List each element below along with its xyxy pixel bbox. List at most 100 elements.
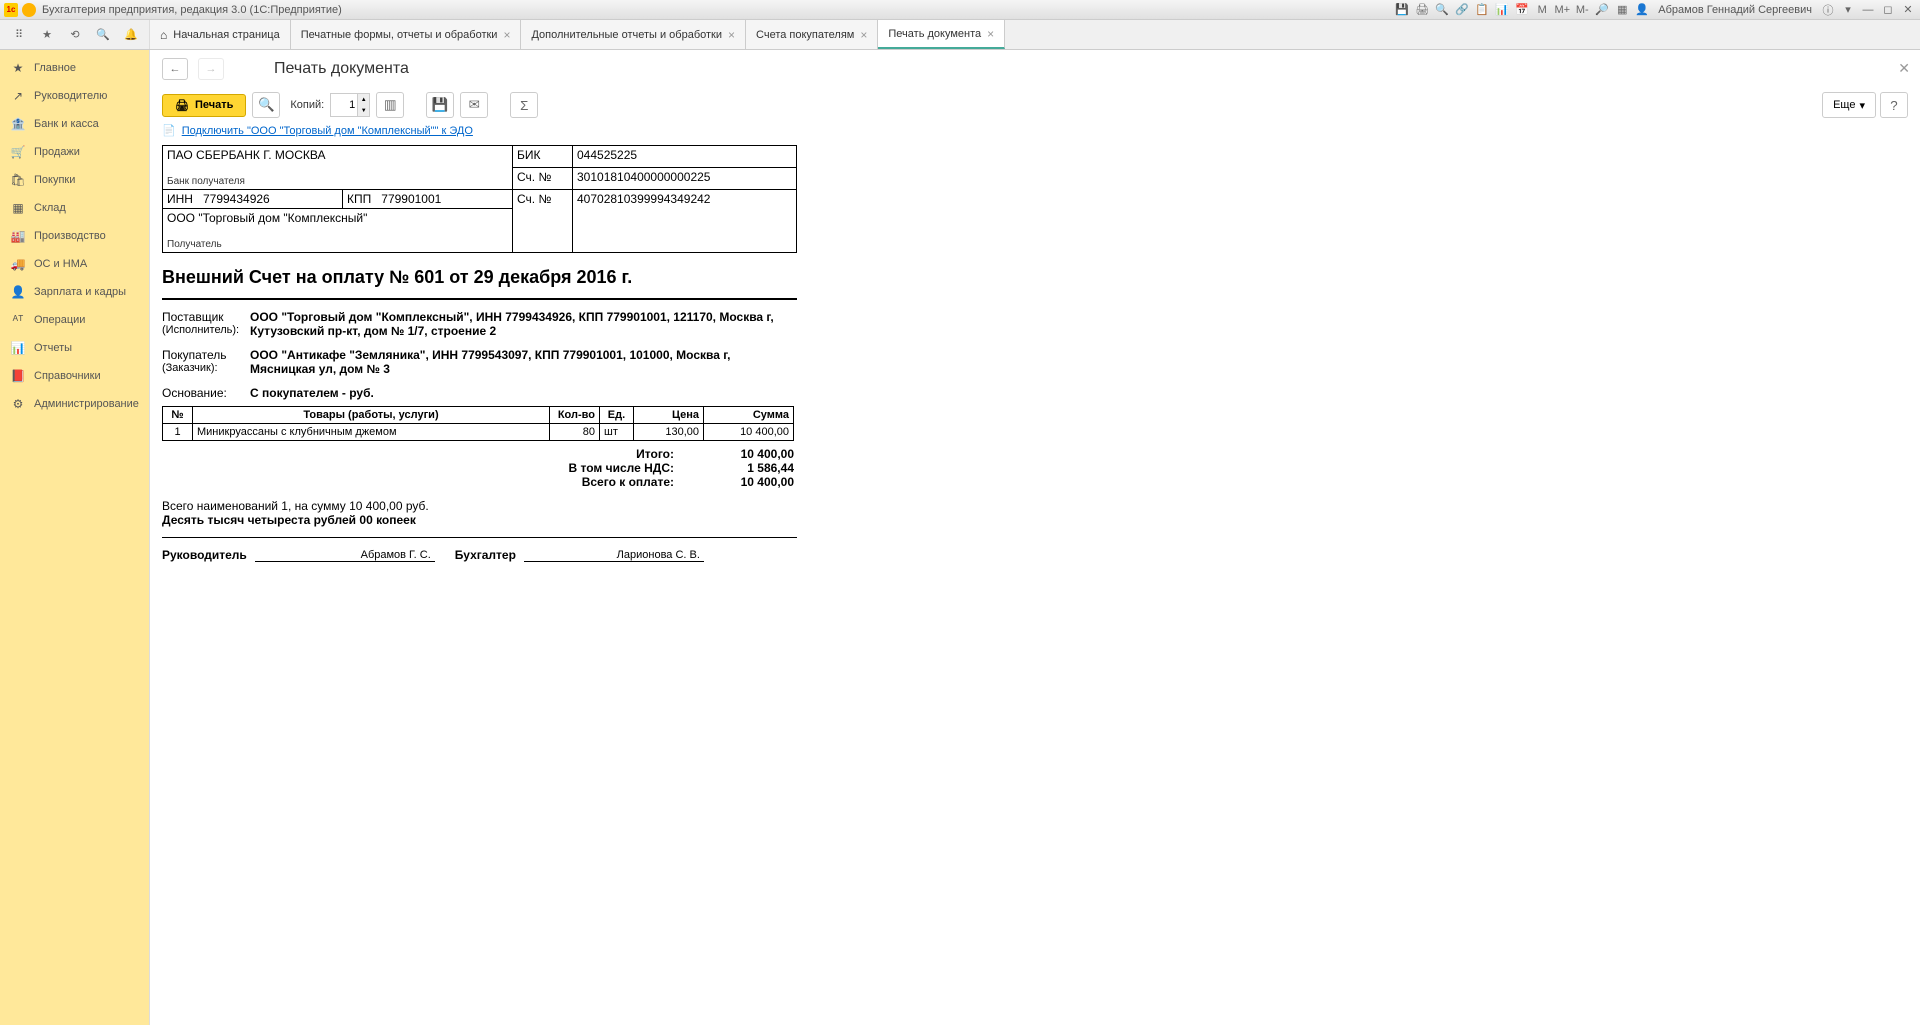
sidebar-item[interactable]: ▦Склад (0, 194, 149, 222)
bank-role: Банк получателя (167, 176, 508, 187)
print-icon[interactable]: 🖨 (1414, 2, 1430, 18)
preview-button[interactable]: 🔍 (252, 92, 280, 118)
close-page-icon[interactable]: ✕ (1898, 60, 1910, 77)
find-icon[interactable]: 🔍 (1434, 2, 1450, 18)
close-icon[interactable]: × (860, 28, 867, 42)
sidebar-item[interactable]: 🏭Производство (0, 222, 149, 250)
buyer-value: ООО "Антикафе "Земляника", ИНН 779954309… (250, 348, 797, 376)
tab-label: Начальная страница (173, 29, 279, 41)
printer-icon: 🖨 (175, 99, 189, 112)
calendar-icon[interactable]: 📅 (1514, 2, 1530, 18)
tab[interactable]: Печатные формы, отчеты и обработки× (291, 20, 522, 49)
sidebar-item-label: Руководителю (34, 90, 107, 102)
supplier-sub: (Исполнитель): (162, 324, 250, 336)
col-name: Товары (работы, услуги) (193, 407, 550, 424)
buyer-label: Покупатель (162, 348, 250, 362)
compare-icon[interactable]: 📋 (1474, 2, 1490, 18)
close-icon[interactable]: × (503, 28, 510, 42)
app-dropdown-icon[interactable] (22, 3, 36, 17)
tab-label: Дополнительные отчеты и обработки (531, 29, 722, 41)
sidebar-item-label: Администрирование (34, 398, 139, 410)
sidebar-item[interactable]: ↗ Руководителю (0, 82, 149, 110)
tab-label: Счета покупателям (756, 29, 854, 41)
m-icon[interactable]: M (1534, 2, 1550, 18)
close-icon[interactable]: × (987, 27, 994, 41)
sidebar-item[interactable]: ⚙ Администрирование (0, 390, 149, 418)
sidebar-item[interactable]: 📕Справочники (0, 362, 149, 390)
toolbar-row: ⠿ ★ ⟲ 🔍 🔔 ⌂ Начальная страница Печатные фо… (0, 20, 1920, 50)
close-window-icon[interactable]: ✕ (1900, 2, 1916, 18)
summary-line: Всего наименований 1, на сумму 10 400,00… (162, 499, 1908, 513)
sidebar-item[interactable]: 👤Зарплата и кадры (0, 278, 149, 306)
app-logo-icon: 1c (4, 3, 18, 17)
close-icon[interactable]: × (728, 28, 735, 42)
save-icon[interactable]: 💾 (1394, 2, 1410, 18)
sidebar-item-label: Покупки (34, 174, 75, 186)
sidebar-item[interactable]: 🚚ОС и НМА (0, 250, 149, 278)
sidebar-item-label: Склад (34, 202, 66, 214)
table-row: 1Миникруассаны с клубничным джемом80шт13… (163, 424, 794, 441)
sidebar-icon: ⚙ (10, 396, 26, 412)
link-icon[interactable]: 🔗 (1454, 2, 1470, 18)
accountant-name: Ларионова С. В. (524, 549, 704, 562)
edo-link[interactable]: Подключить "ООО "Торговый дом "Комплексн… (182, 125, 473, 137)
mail-button[interactable]: ✉ (460, 92, 488, 118)
grid-icon[interactable]: ▦ (1614, 2, 1630, 18)
help-button[interactable]: ? (1880, 92, 1908, 118)
m-minus-icon[interactable]: M- (1574, 2, 1590, 18)
more-button-label: Еще (1833, 99, 1855, 111)
sidebar-icon: ★ (10, 60, 26, 76)
back-button[interactable]: ← (162, 58, 188, 80)
tab[interactable]: Дополнительные отчеты и обработки × (521, 20, 746, 49)
minimize-icon[interactable]: — (1860, 2, 1876, 18)
sidebar-item[interactable]: 🏦Банк и касса (0, 110, 149, 138)
sidebar-icon: 🚚 (10, 256, 26, 272)
kpp-label: КПП (347, 192, 371, 206)
spinner-down-icon[interactable]: ▼ (357, 105, 369, 116)
sidebar-icon: ↗ (10, 88, 26, 104)
tab[interactable]: ⌂ Начальная страница (150, 20, 291, 49)
forward-button[interactable]: → (198, 58, 224, 80)
template-button[interactable]: ▥ (376, 92, 404, 118)
m-plus-icon[interactable]: M+ (1554, 2, 1570, 18)
sidebar-item[interactable]: 🛍Покупки (0, 166, 149, 194)
sidebar-item[interactable]: 🛒Продажи (0, 138, 149, 166)
bell-icon[interactable]: 🔔 (122, 26, 140, 44)
tab[interactable]: Счета покупателям × (746, 20, 878, 49)
save-doc-button[interactable]: 💾 (426, 92, 454, 118)
dropdown-icon[interactable]: ▾ (1840, 2, 1856, 18)
maximize-icon[interactable]: ◻ (1880, 2, 1896, 18)
calc-icon[interactable]: 📊 (1494, 2, 1510, 18)
search-icon[interactable]: 🔍 (94, 26, 112, 44)
action-row: 🖨 Печать 🔍 Копий: ▲▼ ▥ 💾 ✉ Σ Еще▾ ? (150, 88, 1920, 122)
inn-value: 7799434926 (203, 192, 270, 206)
nds-value: 1 586,44 (704, 461, 794, 475)
more-button[interactable]: Еще▾ (1822, 92, 1876, 118)
sidebar-icon: 📕 (10, 368, 26, 384)
sidebar: ★Главное ↗ Руководителю 🏦Банк и касса🛒Прода… (0, 50, 150, 1025)
total-value: 10 400,00 (704, 475, 794, 489)
corr-acc-label: Сч. № (513, 168, 573, 190)
col-qty: Кол-во (550, 407, 600, 424)
titlebar: 1c Бухгалтерия предприятия, редакция 3.0… (0, 0, 1920, 20)
document-title: Внешний Счет на оплату № 601 от 29 декаб… (162, 267, 1908, 288)
print-button[interactable]: 🖨 Печать (162, 94, 246, 117)
sidebar-item[interactable]: ᴬᵀОперации (0, 306, 149, 334)
content: ✕ ← → Печать документа 🖨 Печать 🔍 Копий:… (150, 50, 1920, 1025)
home-icon: ⌂ (160, 28, 167, 42)
history-icon[interactable]: ⟲ (66, 26, 84, 44)
spinner-up-icon[interactable]: ▲ (357, 94, 369, 105)
favorite-icon[interactable]: ★ (38, 26, 56, 44)
info-icon[interactable]: ⓘ (1820, 2, 1836, 18)
sidebar-item[interactable]: 📊Отчеты (0, 334, 149, 362)
accountant-label: Бухгалтер (455, 548, 516, 562)
buyer-sub: (Заказчик): (162, 362, 250, 374)
sidebar-item-label: Производство (34, 230, 106, 242)
sidebar-item[interactable]: ★Главное (0, 54, 149, 82)
apps-icon[interactable]: ⠿ (10, 26, 28, 44)
user-name[interactable]: Абрамов Геннадий Сергеевич (1658, 4, 1812, 16)
tab[interactable]: Печать документа× (878, 20, 1005, 49)
sidebar-item-label: Зарплата и кадры (34, 286, 126, 298)
zoom-icon[interactable]: 🔎 (1594, 2, 1610, 18)
sum-button[interactable]: Σ (510, 92, 538, 118)
